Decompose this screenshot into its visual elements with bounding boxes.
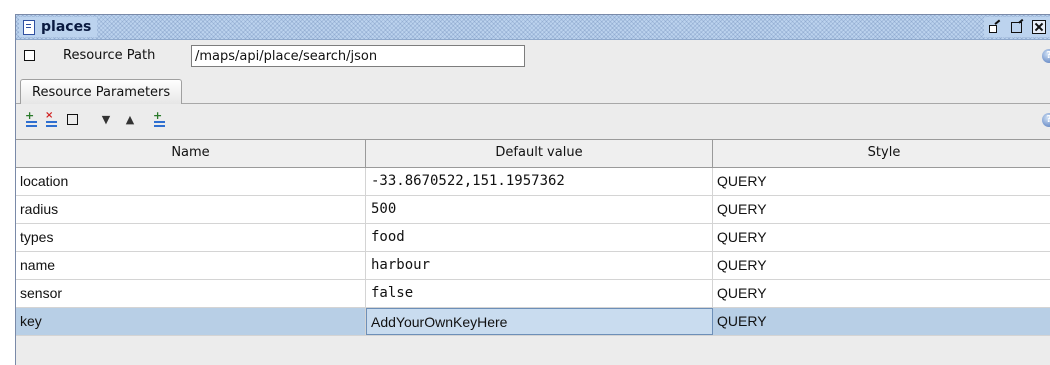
cell-name[interactable]: key <box>16 308 366 335</box>
maximize-icon[interactable] <box>1010 20 1024 34</box>
parameters-toolbar: + × ▼ ▲ + ? <box>16 107 1050 133</box>
cell-name[interactable]: radius <box>16 196 366 223</box>
table-row[interactable]: name harbour QUERY <box>16 252 1050 280</box>
resource-path-checkbox[interactable] <box>24 50 35 61</box>
column-header-name[interactable]: Name <box>16 140 366 167</box>
remove-parameter-icon[interactable]: × <box>43 110 59 128</box>
column-header-default-value[interactable]: Default value <box>366 140 713 167</box>
cell-style[interactable]: QUERY <box>713 252 1050 279</box>
cell-default-value[interactable]: food <box>366 224 713 251</box>
places-panel: places Resource Path ? Resource Paramete… <box>15 14 1050 365</box>
parameters-table: Name Default value Style location -33.86… <box>16 139 1050 336</box>
table-row[interactable]: location -33.8670522,151.1957362 QUERY <box>16 168 1050 196</box>
cell-style[interactable]: QUERY <box>713 168 1050 195</box>
add-parameters-icon[interactable]: + <box>151 110 167 128</box>
title-group: places <box>19 17 98 37</box>
cell-default-value[interactable]: -33.8670522,151.1957362 <box>366 168 713 195</box>
restore-icon[interactable] <box>988 20 1002 34</box>
cell-name[interactable]: sensor <box>16 280 366 307</box>
cell-style[interactable]: QUERY <box>713 224 1050 251</box>
cell-default-value[interactable]: 500 <box>366 196 713 223</box>
window-controls <box>984 17 1050 37</box>
cell-style[interactable]: QUERY <box>713 308 1050 335</box>
tab-resource-parameters[interactable]: Resource Parameters <box>20 79 183 104</box>
table-row[interactable]: radius 500 QUERY <box>16 196 1050 224</box>
document-icon <box>23 19 35 35</box>
add-parameter-icon[interactable]: + <box>23 110 39 128</box>
window-title: places <box>41 19 92 35</box>
move-up-icon[interactable]: ▲ <box>122 112 138 128</box>
table-row[interactable]: sensor false QUERY <box>16 280 1050 308</box>
cell-default-value[interactable]: harbour <box>366 252 713 279</box>
cell-default-value-editing[interactable]: AddYourOwnKeyHere <box>366 308 713 335</box>
close-icon[interactable] <box>1032 20 1046 34</box>
table-row-selected[interactable]: key AddYourOwnKeyHere QUERY <box>16 308 1050 336</box>
title-bar[interactable]: places <box>16 15 1050 40</box>
table-header: Name Default value Style <box>16 140 1050 168</box>
resource-path-row: Resource Path ? <box>16 42 1050 70</box>
resource-path-label: Resource Path <box>63 48 156 63</box>
cell-default-value[interactable]: false <box>366 280 713 307</box>
move-down-icon[interactable]: ▼ <box>98 112 114 128</box>
help-icon[interactable]: ? <box>1042 113 1050 127</box>
column-header-style[interactable]: Style <box>713 140 1050 167</box>
clear-icon[interactable] <box>65 112 81 128</box>
cell-style[interactable]: QUERY <box>713 196 1050 223</box>
cell-name[interactable]: location <box>16 168 366 195</box>
table-row[interactable]: types food QUERY <box>16 224 1050 252</box>
cell-name[interactable]: types <box>16 224 366 251</box>
cell-name[interactable]: name <box>16 252 366 279</box>
cell-style[interactable]: QUERY <box>713 280 1050 307</box>
help-icon[interactable]: ? <box>1042 49 1050 63</box>
tab-strip: Resource Parameters <box>16 76 1050 104</box>
resource-path-input[interactable] <box>191 45 525 67</box>
